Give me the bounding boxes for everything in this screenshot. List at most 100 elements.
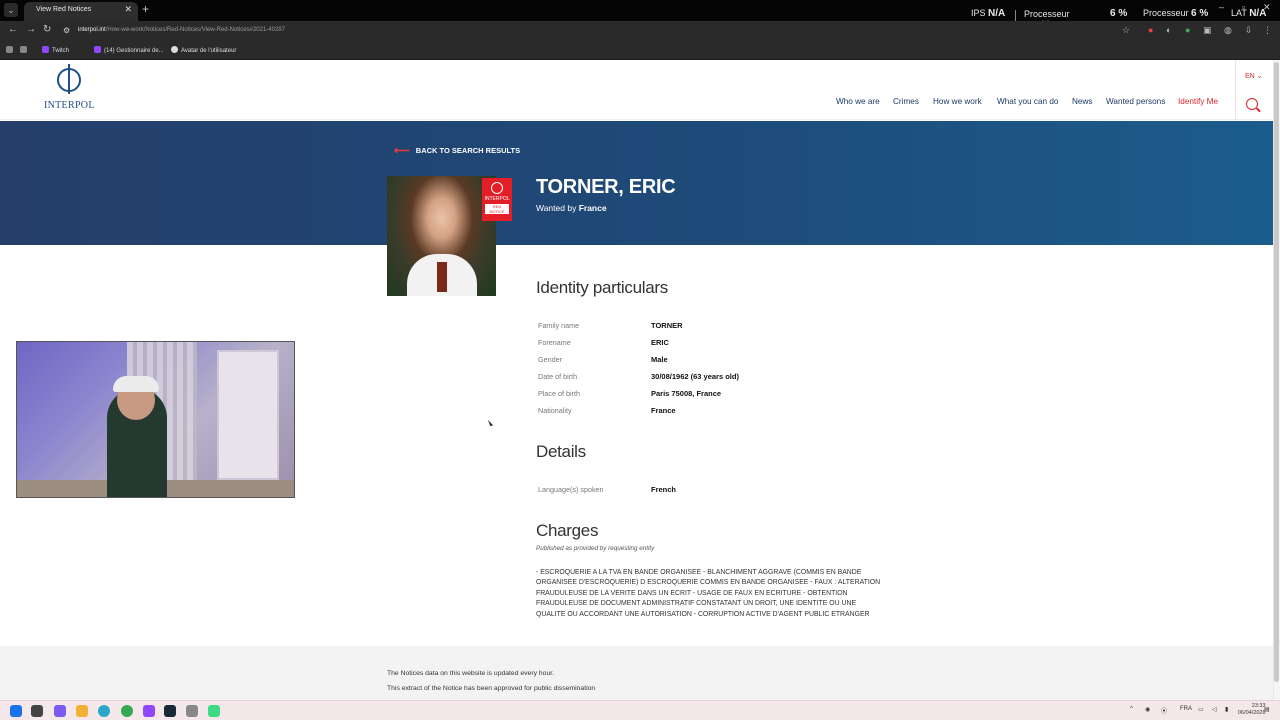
mouse-cursor-icon [487,418,494,427]
identity-title: Identity particulars [536,278,668,297]
back-icon[interactable]: ← [8,24,18,35]
tray-chevron-icon[interactable]: ^ [1130,706,1133,712]
identity-label: Place of birth [538,389,580,398]
perf-cpu: Processeur 6 % [1143,8,1208,19]
taskbar-clock[interactable]: 23:33 06/04/2026 [1238,703,1266,717]
minimize-icon[interactable]: – [1219,2,1224,12]
wanted-country: France [578,203,607,213]
identity-label: Gender [538,355,562,364]
maximize-icon[interactable]: ▫ [1242,2,1245,12]
forward-icon[interactable]: → [26,24,36,35]
bookmarks-bar: Twitch (14) Gestionnaire de... Avatar de… [0,41,1280,60]
site-info-icon[interactable]: ⚙ [63,26,70,35]
identity-label: Date of birth [538,372,578,381]
nav-how-we-work[interactable]: How we work [933,97,982,106]
perf-ips-label: IPS [971,8,986,18]
bookmark-label: Avatar de l'utilisateur [181,48,237,54]
bookmark-label: Twitch [52,48,70,54]
new-tab-icon[interactable]: + [142,2,149,16]
nav-wanted-persons[interactable]: Wanted persons [1106,97,1165,106]
edge-icon[interactable] [98,705,110,717]
settings-icon[interactable] [186,705,198,717]
tab-menu-icon[interactable]: ⌄ [4,3,18,17]
details-label: Language(s) spoken [538,485,604,494]
photo-tie [437,262,447,292]
task-view-icon[interactable] [31,705,43,717]
search-icon[interactable] [1246,98,1258,110]
bookmark-star-icon[interactable]: ☆ [1122,25,1130,36]
notification-icon[interactable]: ▤ [1264,706,1270,713]
identity-value: Male [651,355,668,364]
extension-icon[interactable]: ● [1185,25,1190,35]
address-bar: ← → ↻ ⚙ interpol.int/How-we-work/Notices… [0,21,1280,41]
clock-date: 06/04/2026 [1238,710,1266,716]
perf-cpu-label: Processeur [1143,8,1189,18]
bookmark-twitch[interactable]: Twitch [42,46,69,54]
webcam-cap [113,376,159,392]
identity-value: ERIC [651,338,669,347]
windows-taskbar: ^ ◉ ⦿ FRA ▭ ◁ ▮ 23:33 06/04/2026 ▤ [0,700,1280,720]
interpol-logo[interactable]: INTERPOL [44,64,94,114]
file-explorer-icon[interactable] [76,705,88,717]
volume-icon[interactable]: ◁ [1212,706,1217,713]
identity-label: Family name [538,321,580,330]
tab-close-icon[interactable]: ✕ [124,4,132,15]
nav-who-we-are[interactable]: Who we are [836,97,880,106]
network-icon[interactable]: ▭ [1198,706,1204,713]
footer-band [0,646,1273,700]
webcam-door [217,350,279,480]
profile-icon[interactable]: ◍ [1224,25,1232,36]
bookmark-avatar[interactable]: Avatar de l'utilisateur [171,46,236,54]
details-title: Details [536,442,586,461]
battery-icon[interactable]: ▮ [1225,706,1228,713]
identity-value: 30/08/1962 (63 years old) [651,372,739,381]
nav-what-you-can-do[interactable]: What you can do [997,97,1058,106]
microphone-icon[interactable]: ⦿ [1161,706,1167,715]
nav-news[interactable]: News [1072,97,1092,106]
suspect-photo[interactable] [387,176,496,296]
close-window-icon[interactable]: ✕ [1263,2,1271,13]
input-language[interactable]: FRA [1180,706,1192,712]
extension-icon[interactable]: ● [1148,25,1153,35]
url-field[interactable]: interpol.int/How-we-work/Notices/Red-Not… [78,27,285,33]
discord-icon[interactable] [143,705,155,717]
charges-title: Charges [536,521,599,540]
charges-subtitle: Published as provided by requesting enti… [536,545,655,552]
nav-identify-me[interactable]: Identify Me [1178,97,1218,106]
badge-line2: RED NOTICE [485,204,509,214]
extension-icon[interactable]: ◐ [1166,25,1171,35]
clock-time: 23:33 [1251,703,1266,709]
language-label: EN [1245,73,1255,80]
reload-icon[interactable]: ↻ [43,24,51,35]
download-icon[interactable]: ⇩ [1245,25,1253,36]
url-host: interpol.int [78,27,106,33]
browser-menu-icon[interactable]: ⋮ [1263,25,1272,36]
app-icon[interactable] [208,705,220,717]
wanted-by: Wanted by France [536,203,607,213]
details-value: French [651,485,677,494]
browser-tab[interactable]: View Red Notices ✕ [24,2,138,21]
back-link-label: BACK TO SEARCH RESULTS [415,146,521,155]
identity-value: France [651,406,676,415]
nav-crimes[interactable]: Crimes [893,97,919,106]
perf-lat: LAT N/A [1231,8,1266,19]
steam-icon[interactable] [164,705,176,717]
header-divider [1235,60,1236,120]
url-path: /How-we-work/Notices/Red-Notices/View-Re… [105,27,285,33]
windows-start-icon[interactable] [10,705,22,717]
back-to-results-link[interactable]: ⟵ BACK TO SEARCH RESULTS [394,144,520,157]
scrollbar-thumb[interactable] [1274,62,1279,682]
tray-app-icon[interactable]: ◉ [1145,706,1150,713]
extensions-puzzle-icon[interactable]: ▣ [1203,25,1212,36]
footnote-approved: This extract of the Notice has been appr… [387,685,596,692]
browser-tab-bar: ⌄ View Red Notices ✕ + IPS N/A Processeu… [0,0,1280,29]
back-arrow-icon: ⟵ [394,145,410,157]
globe-icon [57,64,81,94]
bookmark-icon[interactable] [20,46,30,54]
apps-icon[interactable] [6,46,16,54]
perf-ips: IPS N/A [971,8,1005,19]
language-selector[interactable]: EN ⌄ [1245,72,1263,80]
bookmark-gestionnaire[interactable]: (14) Gestionnaire de... [94,46,164,54]
app-icon[interactable] [54,705,66,717]
chrome-icon[interactable] [121,705,133,717]
